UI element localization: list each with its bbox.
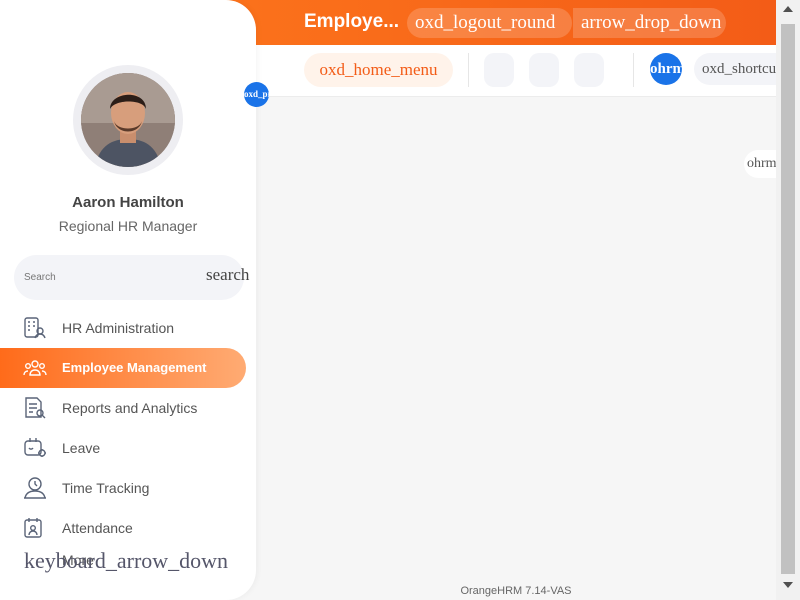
sidebar: Aaron Hamilton Regional HR Manager searc… (0, 0, 256, 600)
chevron-down-icon[interactable]: keyboard_arrow_down (24, 548, 228, 574)
building-user-icon (22, 316, 48, 340)
toolbar-shortcut-2[interactable] (529, 53, 559, 87)
logout-button[interactable]: oxd_logout_round (407, 8, 572, 38)
scrollbar-thumb[interactable] (781, 24, 795, 574)
sidebar-item-time-tracking[interactable]: Time Tracking (0, 468, 246, 508)
search-box: search (14, 255, 249, 300)
sidebar-item-label: Attendance (62, 520, 133, 536)
report-icon (22, 396, 48, 420)
scroll-up-arrow-icon[interactable] (783, 6, 793, 12)
vertical-scrollbar[interactable] (776, 0, 800, 600)
attendance-icon (22, 516, 48, 540)
footer-version: OrangeHRM 7.14-VAS (460, 585, 572, 597)
toolbar-divider (468, 53, 469, 87)
leave-icon (22, 436, 48, 460)
ohrm-badge[interactable]: ohrm (650, 53, 682, 85)
sidebar-item-label: Reports and Analytics (62, 400, 198, 416)
sidebar-item-hr-administration[interactable]: HR Administration (0, 308, 246, 348)
user-role: Regional HR Manager (58, 218, 198, 234)
clock-user-icon (22, 476, 48, 500)
profile-chip[interactable]: oxd_pr (244, 82, 269, 107)
home-menu-button[interactable]: oxd_home_menu (304, 53, 453, 87)
user-name: Aaron Hamilton (72, 194, 184, 211)
secondary-toolbar: oxd_home_menu ohrm oxd_shortcut (256, 45, 776, 97)
floating-ohrm-button[interactable]: ohrm (744, 150, 776, 178)
sidebar-item-label: Leave (62, 440, 101, 456)
avatar[interactable] (81, 73, 175, 167)
avatar-ring (73, 65, 183, 175)
toolbar-shortcut-3[interactable] (574, 53, 604, 87)
search-icon[interactable]: search (206, 265, 249, 285)
search-input[interactable] (24, 267, 194, 287)
sidebar-item-leave[interactable]: Leave (0, 428, 246, 468)
toolbar-shortcut-1[interactable] (484, 53, 514, 87)
users-group-icon (22, 356, 48, 380)
shortcut-button[interactable]: oxd_shortcut (694, 53, 776, 85)
toolbar-divider (633, 53, 634, 87)
sidebar-item-reports-and-analytics[interactable]: Reports and Analytics (0, 388, 246, 428)
sidebar-item-label: Employee Management (62, 360, 207, 375)
scroll-down-arrow-icon[interactable] (783, 582, 793, 588)
sidebar-item-employee-management[interactable]: Employee Management (0, 348, 246, 388)
user-dropdown-button[interactable]: arrow_drop_down (573, 8, 726, 38)
sidebar-item-label: HR Administration (62, 320, 175, 336)
sidebar-item-attendance[interactable]: Attendance (0, 508, 246, 548)
page-title: Employe... (304, 11, 400, 32)
sidebar-item-label: Time Tracking (62, 480, 150, 496)
